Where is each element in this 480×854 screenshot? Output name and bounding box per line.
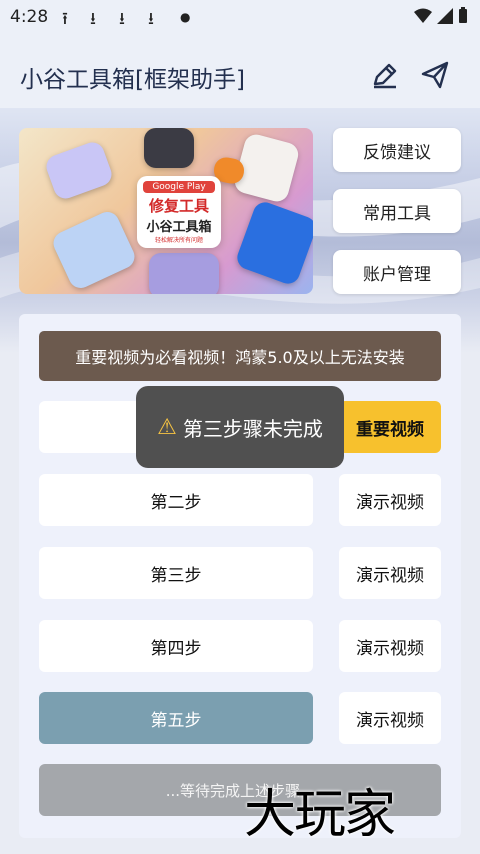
feedback-button[interactable]: 反馈建议	[333, 128, 461, 172]
signal-icon	[437, 8, 454, 24]
account-management-button[interactable]: 账户管理	[333, 250, 461, 294]
status-time: 4:28	[10, 7, 49, 27]
page-title: 小谷工具箱[框架助手]	[20, 67, 245, 93]
demo-video-button-5[interactable]: 演示视频	[339, 692, 441, 744]
phone-graphic	[233, 198, 313, 288]
send-icon[interactable]	[420, 60, 450, 90]
phone-graphic	[43, 139, 115, 202]
phone-graphic	[149, 253, 219, 294]
demo-video-button-3[interactable]: 演示视频	[339, 547, 441, 599]
warning-icon: ⚠	[157, 414, 177, 440]
app-bar: 小谷工具箱[框架助手]	[0, 34, 480, 114]
phone-graphic	[49, 208, 139, 292]
dot-icon: ●	[180, 10, 191, 24]
banner-badge: Google Play 修复工具 小谷工具箱 轻松解决所有问题	[137, 176, 221, 248]
key-video-button[interactable]: 重要视频	[339, 401, 441, 453]
step-two-button[interactable]: 第二步	[39, 474, 313, 526]
badge-title: 修复工具	[148, 197, 209, 215]
common-tools-button[interactable]: 常用工具	[333, 189, 461, 233]
notice-banner: 重要视频为必看视频！鸿蒙5.0及以上无法安装	[39, 331, 441, 381]
badge-app-name: 小谷工具箱	[146, 220, 212, 235]
demo-video-button-4[interactable]: 演示视频	[339, 620, 441, 672]
toast-text: 第三步骤未完成	[182, 416, 323, 441]
battery-icon	[459, 7, 467, 23]
promo-banner[interactable]: Google Play 修复工具 小谷工具箱 轻松解决所有问题	[19, 128, 313, 294]
upload-icon: ⭱	[62, 9, 68, 29]
edit-icon[interactable]	[370, 60, 400, 90]
demo-video-button-2[interactable]: 演示视频	[339, 474, 441, 526]
download-icon: ⭳	[90, 9, 96, 29]
badge-subtitle: 轻松解决所有问题	[154, 237, 203, 244]
download-icon: ⭳	[119, 9, 125, 29]
status-icons	[414, 7, 468, 28]
step-three-button[interactable]: 第三步	[39, 547, 313, 599]
watermark: 大玩家	[244, 785, 396, 845]
wifi-icon	[414, 8, 433, 23]
phone-graphic	[144, 128, 194, 168]
download-icon: ⭳	[148, 9, 154, 29]
toast-message: ⚠ 第三步骤未完成	[136, 386, 344, 468]
step-five-button[interactable]: 第五步	[39, 692, 313, 744]
status-bar: 4:28 ⭱ ⭳ ⭳ ⭳ ●	[0, 0, 480, 34]
step-four-button[interactable]: 第四步	[39, 620, 313, 672]
badge-google-play: Google Play	[143, 181, 215, 193]
